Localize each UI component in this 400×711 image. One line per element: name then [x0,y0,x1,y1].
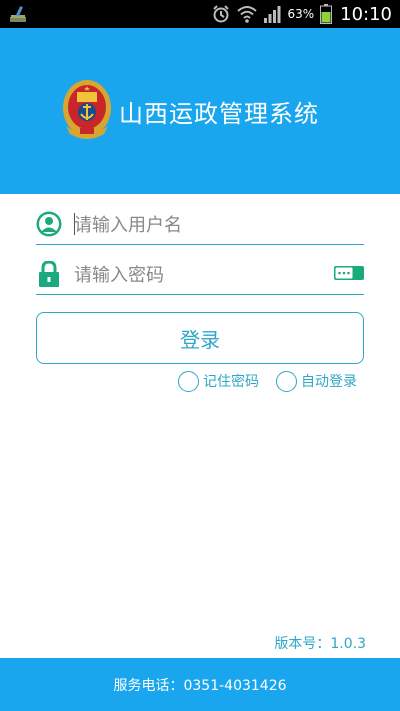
password-visibility-toggle-icon[interactable] [334,266,364,280]
remember-password-label: 记住密码 [203,374,259,390]
alarm-icon [213,5,230,23]
remember-password-radio[interactable] [178,370,199,392]
auto-login-radio[interactable] [276,370,297,392]
remember-password-option[interactable]: 记住密码 [178,370,259,392]
status-bar-right: 63% 10:10 [211,0,392,28]
password-field [36,255,364,295]
service-phone: 服务电话：0351-4031426 [113,677,287,694]
username-field [36,205,364,245]
password-input[interactable] [74,259,324,291]
user-icon [36,211,62,237]
broom-icon [10,6,26,22]
app-title: 山西运政管理系统 [119,100,319,128]
status-bar: 63% 10:10 [0,0,400,28]
battery-percent: 63% [287,7,315,21]
auto-login-option[interactable]: 自动登录 [276,370,357,392]
login-button[interactable]: 登录 [36,312,364,364]
status-time: 10:10 [340,3,392,25]
login-screen: 63% 10:10 山西运政管理系统 请输入用户名 登录 记住密码 自动登录 版… [0,0,400,711]
version-label: 版本号：1.0.3 [274,636,366,652]
national-emblem-icon [63,80,111,139]
auto-login-label: 自动登录 [301,374,357,390]
app-header: 山西运政管理系统 [0,28,400,194]
signal-icon [264,6,281,23]
text-cursor [74,213,75,235]
lock-icon [39,261,59,287]
wifi-icon [237,6,258,23]
footer-bar: 服务电话：0351-4031426 [0,658,400,711]
battery-icon [320,4,333,24]
username-input[interactable] [74,209,324,241]
